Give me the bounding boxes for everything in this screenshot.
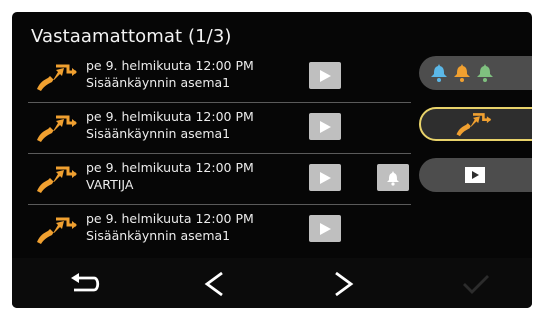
play-icon (320, 69, 331, 82)
call-list-item[interactable]: pe 9. helmikuuta 12:00 PM Sisäänkäynnin … (28, 103, 411, 154)
page-title: Vastaamattomat (1/3) (31, 26, 232, 47)
call-timestamp: pe 9. helmikuuta 12:00 PM (86, 160, 254, 175)
caller-name: Sisäänkäynnin asema1 (86, 126, 231, 141)
call-timestamp: pe 9. helmikuuta 12:00 PM (86, 58, 254, 73)
call-list-item[interactable]: pe 9. helmikuuta 12:00 PM VARTIJA (28, 154, 411, 205)
previous-page-button[interactable] (192, 264, 236, 304)
play-icon (320, 222, 331, 235)
missed-call-filter-button[interactable] (419, 107, 532, 141)
bell-icon (431, 64, 493, 82)
caller-name: Sisäänkäynnin asema1 (86, 228, 231, 243)
confirm-button[interactable] (454, 264, 498, 304)
missed-call-icon (37, 64, 77, 91)
bell-filter-button[interactable] (419, 56, 532, 90)
missed-call-icon (37, 166, 77, 193)
missed-call-icon (37, 217, 77, 244)
play-icon (320, 171, 331, 184)
bottom-nav-bar (12, 258, 532, 308)
caller-name: VARTIJA (86, 177, 134, 192)
call-list-item[interactable]: pe 9. helmikuuta 12:00 PM Sisäänkäynnin … (28, 205, 411, 255)
caller-name: Sisäänkäynnin asema1 (86, 75, 231, 90)
play-icon (320, 120, 331, 133)
bell-button[interactable] (377, 164, 409, 191)
chevron-right-icon (335, 271, 354, 297)
next-page-button[interactable] (322, 264, 366, 304)
missed-call-icon (37, 115, 77, 142)
bell-icon (387, 170, 399, 186)
missed-call-icon (456, 113, 492, 137)
intercom-screen: Vastaamattomat (1/3) pe 9. helmikuuta 12… (12, 12, 532, 308)
back-button[interactable] (63, 264, 107, 304)
chevron-left-icon (204, 271, 223, 297)
call-timestamp: pe 9. helmikuuta 12:00 PM (86, 211, 254, 226)
play-button[interactable] (309, 113, 341, 140)
call-list-item[interactable]: pe 9. helmikuuta 12:00 PM Sisäänkäynnin … (28, 52, 411, 103)
video-playback-button[interactable] (419, 158, 532, 192)
play-button[interactable] (309, 62, 341, 89)
call-timestamp: pe 9. helmikuuta 12:00 PM (86, 109, 254, 124)
missed-calls-list: pe 9. helmikuuta 12:00 PM Sisäänkäynnin … (28, 52, 411, 255)
play-button[interactable] (309, 215, 341, 242)
checkmark-icon (463, 275, 489, 294)
play-button[interactable] (309, 164, 341, 191)
play-icon (465, 167, 485, 183)
return-arrow-icon (71, 273, 100, 292)
